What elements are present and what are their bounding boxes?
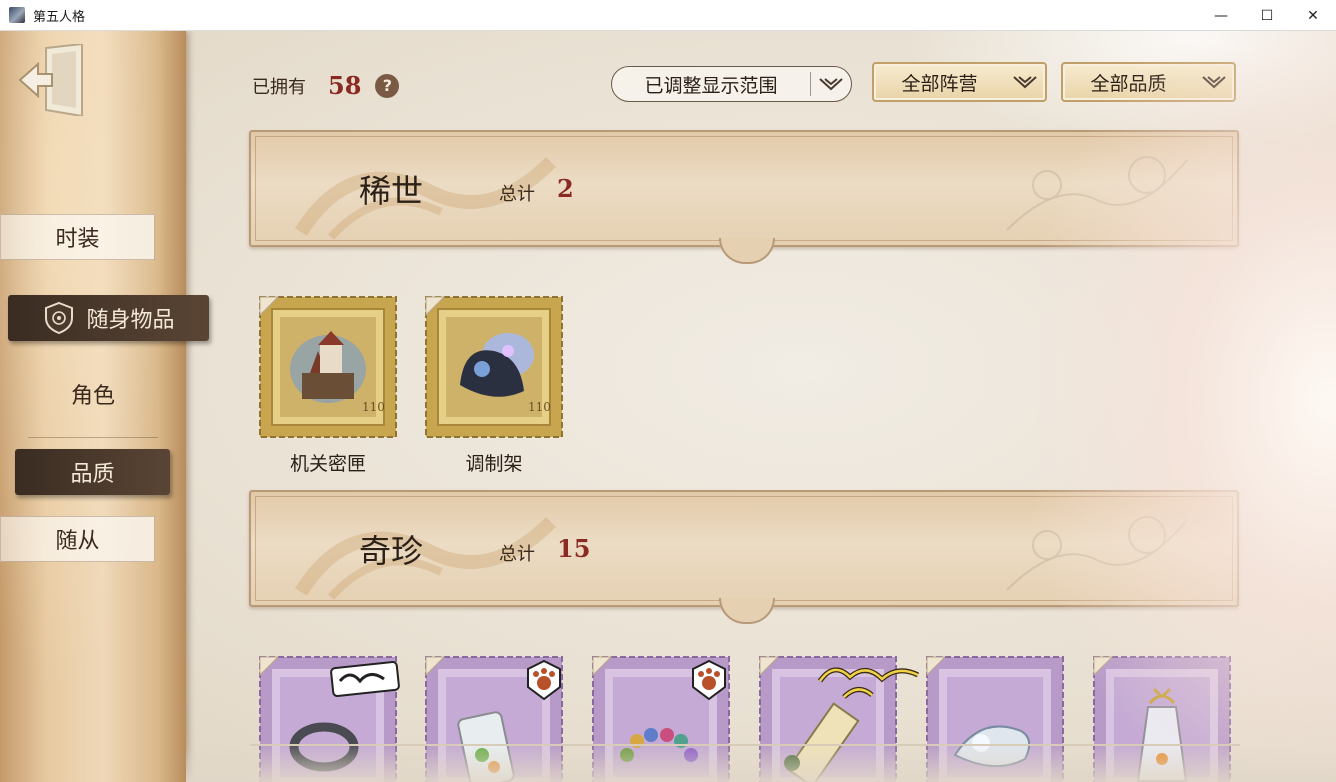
quality-dropdown[interactable]: 全部品质 <box>1061 62 1236 102</box>
paw-badge <box>527 659 561 701</box>
app-icon <box>9 7 25 23</box>
exit-door-icon[interactable] <box>16 44 86 116</box>
banner-notch <box>719 238 775 264</box>
sidebar-item-label: 随身物品 <box>86 308 175 333</box>
chevron-down-icon <box>1005 75 1045 89</box>
banner-notch <box>719 598 775 624</box>
help-icon[interactable]: ? <box>375 73 400 98</box>
scroll-fade <box>186 743 1336 782</box>
item-card[interactable]: 110 调制架 <box>424 295 564 476</box>
sidebar-item-label: 角色 <box>70 384 115 409</box>
dropdown-label: 全部阵营 <box>901 72 978 95</box>
maximize-button[interactable]: ☐ <box>1244 0 1290 31</box>
owned-count: 58 <box>328 71 362 100</box>
category-banner-treasure: 奇珍 总计 15 <box>249 490 1239 624</box>
sidebar-item-quality[interactable]: 品质 <box>15 449 170 495</box>
display-range-dropdown[interactable]: 已调整显示范围 <box>611 66 852 102</box>
item-label: 机关密匣 <box>289 453 366 475</box>
sidebar-divider <box>28 437 158 438</box>
close-button[interactable]: ✕ <box>1290 0 1336 31</box>
sidebar-item-label: 品质 <box>70 462 115 487</box>
category-total-count: 2 <box>557 174 574 203</box>
game-window: 第五人格 — ☐ ✕ 时装 随身物品 角色 品质 随从 已拥有 58 ? 已调整… <box>0 0 1336 782</box>
item-stamp-glowing-gadget: 110 <box>425 296 563 438</box>
category-banner-rare: 稀世 总计 2 <box>249 130 1239 264</box>
window-title: 第五人格 <box>33 9 86 25</box>
chevron-down-icon <box>811 77 851 91</box>
sidebar: 时装 随身物品 角色 品质 随从 <box>0 31 209 782</box>
category-total-count: 15 <box>557 534 591 563</box>
category-title: 奇珍 <box>359 532 424 570</box>
vinyl-label-badge <box>330 661 400 697</box>
item-card[interactable]: 110 机关密匣 <box>258 295 398 476</box>
chevron-down-icon <box>1194 75 1234 89</box>
item-label: 调制架 <box>465 453 523 475</box>
sidebar-item-fashion[interactable]: 时装 <box>0 214 155 260</box>
sidebar-item-accessories[interactable]: 随身物品 <box>8 295 209 341</box>
script-label-badge <box>817 667 920 699</box>
minimize-button[interactable]: — <box>1198 0 1244 31</box>
dropdown-separator <box>810 72 811 96</box>
sidebar-item-follower[interactable]: 随从 <box>0 516 155 562</box>
shield-emblem-icon <box>45 301 74 335</box>
dropdown-label: 全部品质 <box>1090 72 1167 95</box>
faction-dropdown[interactable]: 全部阵营 <box>872 62 1047 102</box>
owned-label: 已拥有 <box>252 76 306 98</box>
svg-text:110: 110 <box>362 400 385 414</box>
category-total-label: 总计 <box>499 184 535 205</box>
flower-ornament <box>1006 516 1188 591</box>
paw-badge <box>692 659 726 701</box>
window-controls: — ☐ ✕ <box>1198 0 1336 31</box>
category-title: 稀世 <box>359 172 424 210</box>
flower-ornament <box>1006 156 1188 231</box>
dropdown-label: 已调整显示范围 <box>644 74 778 97</box>
sidebar-item-character[interactable]: 角色 <box>0 371 186 417</box>
sidebar-item-label: 时装 <box>55 227 100 252</box>
svg-text:110: 110 <box>528 400 551 414</box>
scroll-edge <box>250 744 1240 746</box>
item-stamp-castle-chest: 110 <box>259 296 397 438</box>
title-bar: 第五人格 — ☐ ✕ <box>0 0 1336 31</box>
category-total-label: 总计 <box>499 544 535 565</box>
owned-counter: 已拥有 58 ? <box>252 71 400 100</box>
sidebar-item-label: 随从 <box>55 529 100 554</box>
game-area: 时装 随身物品 角色 品质 随从 已拥有 58 ? 已调整显示范围 全部阵营 全… <box>0 31 1336 782</box>
